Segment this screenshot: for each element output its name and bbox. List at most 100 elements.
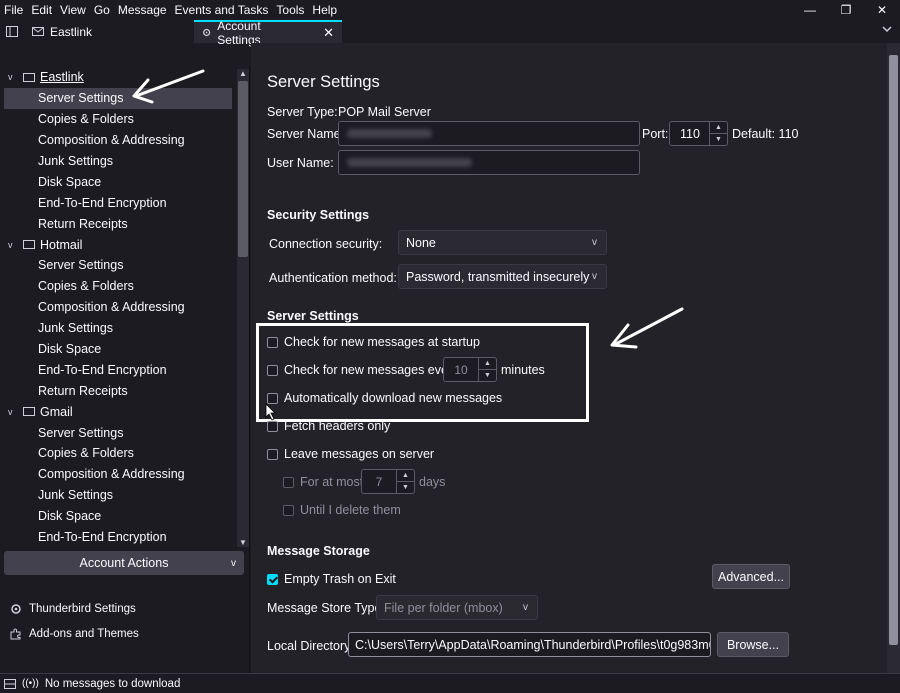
tree-item-composition[interactable]: Composition & Addressing: [0, 464, 236, 485]
advanced-button[interactable]: Advanced...: [712, 564, 790, 589]
fetch-headers-checkbox[interactable]: [267, 420, 278, 432]
tree-item-junk[interactable]: Junk Settings: [0, 485, 236, 506]
window-controls: — ❐ ✕: [792, 0, 900, 20]
security-settings-heading: Security Settings: [267, 208, 370, 222]
menu-view[interactable]: View: [56, 3, 90, 17]
spin-up-icon[interactable]: ▲: [397, 470, 414, 482]
main-scrollbar[interactable]: [887, 43, 900, 673]
sidebar-scrollbar[interactable]: ▲ ▼: [237, 69, 249, 547]
default-port-label: Default: 110: [732, 127, 799, 141]
tab-account-settings[interactable]: Account Settings ✕: [194, 19, 343, 47]
account-tree: v Eastlink Server Settings Copies & Fold…: [0, 67, 236, 547]
thunderbird-settings-link[interactable]: Thunderbird Settings: [10, 600, 136, 618]
minimize-button[interactable]: —: [792, 0, 828, 20]
tree-item-junk[interactable]: Junk Settings: [0, 151, 236, 172]
tree-item-e2e[interactable]: End-To-End Encryption: [0, 527, 236, 547]
main-scrollbar-thumb[interactable]: [889, 55, 898, 645]
local-directory-label: Local Directory:: [267, 639, 354, 653]
menu-events-tasks[interactable]: Events and Tasks: [171, 3, 273, 17]
chevron-down-icon[interactable]: v: [8, 240, 18, 250]
tree-item-e2e[interactable]: End-To-End Encryption: [0, 359, 236, 380]
leave-on-server-checkbox[interactable]: [267, 448, 278, 460]
until-delete-checkbox[interactable]: [283, 504, 294, 516]
tree-item-copies-folders[interactable]: Copies & Folders: [0, 443, 236, 464]
menu-go[interactable]: Go: [90, 3, 114, 17]
online-status-icon[interactable]: ((•)): [22, 678, 39, 689]
mail-account-icon: [23, 407, 35, 417]
scroll-down-arrow-icon[interactable]: ▼: [237, 538, 249, 547]
connection-security-select[interactable]: None v: [398, 230, 607, 255]
for-at-most-label: For at most: [300, 475, 364, 489]
account-name: Gmail: [40, 404, 73, 419]
settings-content: Server Settings Server Type: POP Mail Se…: [251, 43, 887, 673]
account-hotmail[interactable]: v Hotmail: [0, 234, 236, 255]
days-spinner[interactable]: ▲ ▼: [396, 470, 414, 493]
tree-item-return-receipts[interactable]: Return Receipts: [0, 380, 236, 401]
tree-item-disk-space[interactable]: Disk Space: [0, 506, 236, 527]
tree-item-copies-folders[interactable]: Copies & Folders: [0, 109, 236, 130]
status-bar: ((•)) No messages to download: [0, 673, 900, 693]
status-text: No messages to download: [44, 677, 181, 690]
account-actions-button[interactable]: Account Actions v: [4, 551, 244, 575]
menu-file[interactable]: File: [0, 3, 27, 17]
leave-on-server-option[interactable]: Leave messages on server: [267, 447, 434, 461]
days-input[interactable]: 7 ▲ ▼: [361, 469, 415, 494]
spin-down-icon[interactable]: ▼: [397, 482, 414, 493]
menu-help[interactable]: Help: [308, 3, 341, 17]
sidebar-scrollbar-thumb[interactable]: [238, 81, 248, 257]
port-label: Port:: [642, 127, 669, 141]
chevron-down-icon[interactable]: v: [8, 72, 18, 82]
auth-method-select[interactable]: Password, transmitted insecurely v: [398, 264, 607, 289]
tree-item-composition[interactable]: Composition & Addressing: [0, 130, 236, 151]
spin-down-icon[interactable]: ▼: [710, 134, 727, 145]
tree-item-e2e[interactable]: End-To-End Encryption: [0, 192, 236, 213]
port-input[interactable]: 110 ▲ ▼: [669, 121, 728, 146]
for-at-most-option[interactable]: For at most: [283, 475, 363, 489]
port-value: 110: [680, 126, 700, 141]
close-tab-icon[interactable]: ✕: [323, 25, 334, 41]
tab-eastlink[interactable]: Eastlink: [24, 20, 100, 43]
chevron-down-icon: v: [523, 602, 528, 613]
tree-item-return-receipts[interactable]: Return Receipts: [0, 213, 236, 234]
for-at-most-checkbox[interactable]: [283, 476, 294, 488]
browse-button[interactable]: Browse...: [717, 632, 789, 657]
tab-list-icon[interactable]: [882, 24, 892, 34]
menu-edit[interactable]: Edit: [27, 3, 56, 17]
empty-trash-option[interactable]: Empty Trash on Exit: [267, 572, 396, 586]
tree-item-disk-space[interactable]: Disk Space: [0, 339, 236, 360]
local-directory-input[interactable]: C:\Users\Terry\AppData\Roaming\Thunderbi…: [348, 632, 711, 657]
store-type-label: Message Store Type:: [267, 601, 385, 615]
fetch-headers-option[interactable]: Fetch headers only: [267, 419, 390, 433]
server-name-input[interactable]: [338, 121, 640, 146]
tree-item-composition[interactable]: Composition & Addressing: [0, 297, 236, 318]
addons-themes-link[interactable]: Add-ons and Themes: [10, 625, 139, 643]
user-name-input[interactable]: [338, 150, 640, 175]
connection-security-label: Connection security:: [269, 237, 383, 251]
mail-account-icon: [23, 240, 35, 250]
fetch-headers-label: Fetch headers only: [284, 419, 391, 433]
menu-tools[interactable]: Tools: [272, 3, 308, 17]
tree-item-server-settings[interactable]: Server Settings: [0, 255, 236, 276]
spin-up-icon[interactable]: ▲: [710, 122, 727, 134]
tree-item-copies-folders[interactable]: Copies & Folders: [0, 276, 236, 297]
server-settings-heading: Server Settings: [267, 309, 359, 323]
chevron-down-icon[interactable]: v: [8, 407, 18, 417]
port-spinner[interactable]: ▲ ▼: [709, 122, 727, 145]
puzzle-icon: [10, 628, 21, 640]
menu-message[interactable]: Message: [114, 3, 171, 17]
close-window-button[interactable]: ✕: [864, 0, 900, 20]
until-delete-option[interactable]: Until I delete them: [283, 503, 401, 517]
addons-themes-label: Add-ons and Themes: [29, 628, 139, 640]
tree-item-disk-space[interactable]: Disk Space: [0, 171, 236, 192]
spaces-toggle-icon[interactable]: [0, 20, 24, 43]
account-gmail[interactable]: v Gmail: [0, 401, 236, 422]
user-name-label: User Name:: [267, 156, 334, 170]
redacted-text: [347, 129, 432, 138]
store-type-select[interactable]: File per folder (mbox) v: [376, 595, 538, 620]
restore-button[interactable]: ❐: [828, 0, 864, 20]
tree-item-server-settings[interactable]: Server Settings: [0, 422, 236, 443]
sidebar-toggle-icon[interactable]: [4, 678, 16, 689]
tree-item-junk[interactable]: Junk Settings: [0, 318, 236, 339]
scroll-up-arrow-icon[interactable]: ▲: [237, 69, 249, 78]
empty-trash-checkbox[interactable]: [267, 573, 278, 585]
